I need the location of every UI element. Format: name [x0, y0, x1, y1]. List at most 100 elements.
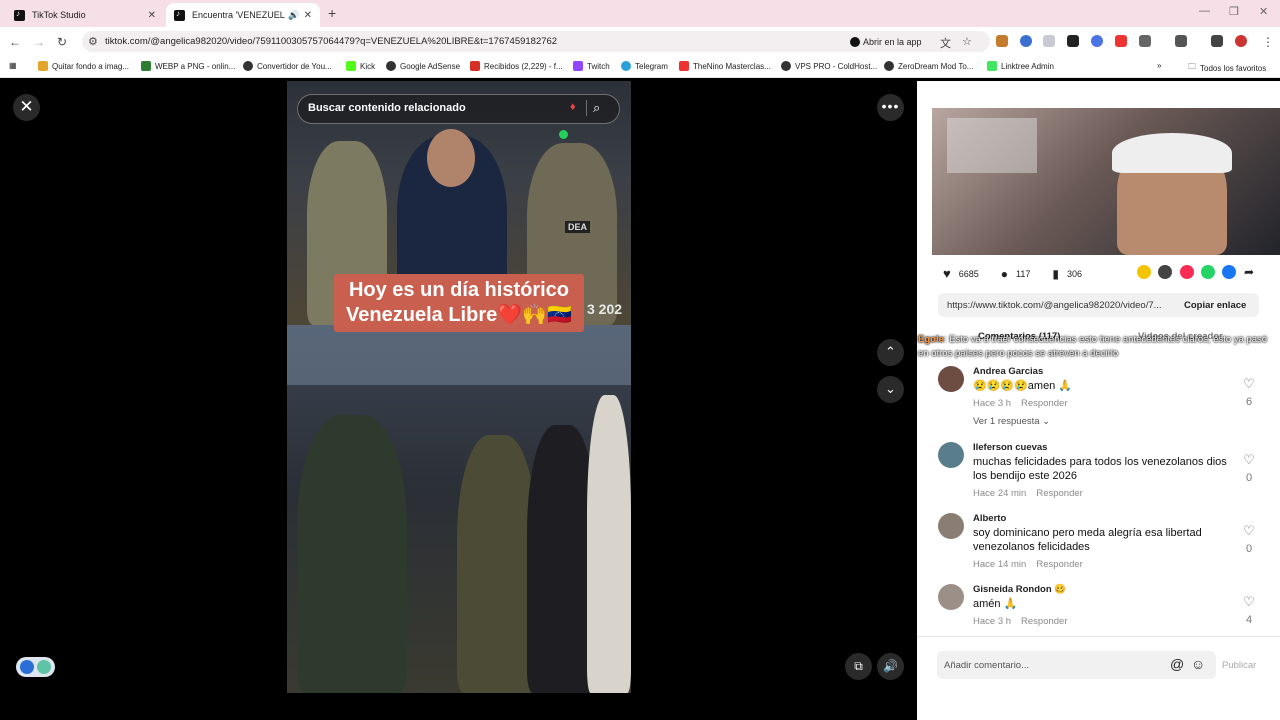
tiktok-favicon-icon — [174, 9, 185, 21]
adblock-icon[interactable] — [1115, 35, 1127, 47]
extension-icon[interactable] — [1067, 35, 1079, 47]
bookmark-item[interactable]: VPS PRO - ColdHost... — [781, 61, 877, 71]
bookmark-item[interactable]: Twitch — [573, 61, 610, 71]
bookmark-favicon-icon — [38, 61, 48, 71]
facebook-icon[interactable] — [1222, 265, 1236, 279]
avatar[interactable] — [938, 513, 964, 539]
url-text[interactable]: tiktok.com/@angelica982020/video/7591100… — [105, 36, 557, 47]
close-viewer-button[interactable]: ✕ — [13, 94, 40, 121]
dea-badge: DEA — [565, 221, 591, 233]
overlay-comment-user: Egole — [918, 334, 944, 345]
comment-author[interactable]: Ileferson cuevas — [973, 442, 1047, 453]
comment-author[interactable]: Gisneida Rondon 🥴 — [973, 584, 1066, 595]
site-settings-icon[interactable]: ⚙ — [88, 35, 98, 48]
more-options-button[interactable]: ••• — [877, 94, 904, 121]
extension-icon[interactable] — [996, 35, 1008, 47]
apps-grid-icon[interactable]: ▦ — [9, 61, 17, 70]
picture-in-picture-icon[interactable]: ⧉ — [845, 653, 872, 680]
speaker-icon[interactable]: 🔊 — [288, 10, 299, 21]
send-icon[interactable] — [1180, 265, 1194, 279]
floating-widget[interactable] — [16, 657, 55, 677]
restore-icon[interactable]: ❐ — [1229, 5, 1239, 18]
bookmark-item[interactable]: TheNino Masterclas... — [679, 61, 771, 71]
copy-link-button[interactable]: Copiar enlace — [1184, 300, 1246, 311]
bookmark-item[interactable]: Quitar fondo a imag... — [38, 61, 129, 71]
creator-video-preview[interactable] — [932, 108, 1280, 255]
bookmark-item[interactable]: Recibidos (2,229) - f... — [470, 61, 563, 71]
chrome-menu-icon[interactable]: ⋮ — [1262, 35, 1274, 49]
reload-icon[interactable]: ↻ — [57, 35, 67, 49]
extensions-puzzle-icon[interactable] — [1139, 35, 1151, 47]
comment-like-count: 0 — [1246, 472, 1253, 484]
emoji-icon[interactable]: ☺ — [1191, 656, 1205, 672]
comment-meta: Hace 3 h Responder — [973, 616, 1068, 627]
publish-button[interactable]: Publicar — [1222, 660, 1256, 671]
video-player[interactable]: DEA 3 202 Hoy es un día histórico Venezu… — [287, 81, 631, 693]
telegram-icon — [621, 61, 631, 71]
bookmark-item[interactable]: WEBP a PNG - onlin... — [141, 61, 235, 71]
extension-icon[interactable] — [1020, 35, 1032, 47]
profile-avatar-icon[interactable] — [1235, 35, 1247, 47]
back-icon[interactable]: ← — [9, 35, 21, 49]
share-icon[interactable]: ➦ — [1244, 265, 1254, 279]
whatsapp-icon[interactable] — [1201, 265, 1215, 279]
comment-author[interactable]: Andrea Garcias — [973, 366, 1043, 377]
comment-like-icon[interactable]: ♡ — [1243, 452, 1255, 468]
twitch-icon — [573, 61, 583, 71]
kick-icon — [346, 61, 356, 71]
video-caption: Hoy es un día histórico Venezuela Libre❤… — [334, 274, 584, 332]
reply-button[interactable]: Responder — [1036, 488, 1082, 499]
comment-text: muchas felicidades para todos los venezo… — [973, 456, 1227, 482]
next-video-button[interactable]: ⌄ — [877, 376, 904, 403]
tab-encuentra-venezuela[interactable]: Encuentra 'VENEZUELA LIB 🔊 ✕ — [166, 3, 320, 27]
reply-button[interactable]: Responder — [1021, 616, 1067, 627]
tab-tiktok-studio[interactable]: TikTok Studio ✕ — [6, 3, 164, 27]
media-icon[interactable] — [1211, 35, 1223, 47]
all-bookmarks-folder[interactable]: 🗀 Todos los favoritos — [1188, 61, 1266, 75]
minimize-icon[interactable]: — — [1199, 5, 1210, 17]
view-replies-button[interactable]: Ver 1 respuesta ⌄ — [973, 416, 1050, 427]
window-close-icon[interactable]: ✕ — [1259, 5, 1268, 18]
volume-icon[interactable]: 🔊 — [877, 653, 904, 680]
bookmark-item[interactable]: Kick — [346, 61, 375, 71]
folder-icon: 🗀 — [1188, 62, 1196, 71]
more-bookmarks-icon[interactable]: » — [1157, 61, 1161, 70]
reply-button[interactable]: Responder — [1021, 398, 1067, 409]
related-search-placeholder[interactable]: Buscar contenido relacionado — [308, 102, 466, 114]
bookmark-star-icon[interactable]: ☆ — [962, 35, 972, 48]
comment-like-icon[interactable]: ♡ — [1243, 594, 1255, 610]
reply-button[interactable]: Responder — [1036, 559, 1082, 570]
forward-icon[interactable]: → — [33, 35, 45, 49]
previous-video-button[interactable]: ⌃ — [877, 339, 904, 366]
comment-author[interactable]: Alberto — [973, 513, 1006, 524]
tab-close-icon[interactable]: ✕ — [304, 10, 312, 21]
translate-icon[interactable]: 文 — [940, 35, 951, 51]
like-icon[interactable]: ♥ — [943, 266, 951, 281]
avatar[interactable] — [938, 366, 964, 392]
comment-like-icon[interactable]: ♡ — [1243, 523, 1255, 539]
avatar[interactable] — [938, 442, 964, 468]
video-link[interactable]: https://www.tiktok.com/@angelica982020/v… — [947, 300, 1162, 311]
bookmark-item[interactable]: Google AdSense — [386, 61, 460, 71]
extension-icon[interactable] — [1043, 35, 1055, 47]
bookmark-item[interactable]: ZeroDream Mod To... — [884, 61, 973, 71]
bookmark-item[interactable]: Convertidor de You... — [243, 61, 332, 71]
bookmark-favicon-icon — [679, 61, 689, 71]
add-comment-placeholder[interactable]: Añadir comentario... — [944, 660, 1029, 671]
avatar[interactable] — [938, 584, 964, 610]
comment-like-icon[interactable]: ♡ — [1243, 376, 1255, 392]
bookmark-item[interactable]: Telegram — [621, 61, 668, 71]
comment-icon[interactable]: ● — [1001, 267, 1008, 281]
mention-icon[interactable]: @ — [1170, 656, 1184, 672]
search-icon[interactable]: ⌕ — [593, 100, 600, 116]
extension-icon[interactable] — [1091, 35, 1103, 47]
open-in-app-button[interactable]: Abrir en la app — [850, 34, 922, 49]
tab-close-icon[interactable]: ✕ — [148, 10, 156, 21]
bookmark-item[interactable]: Linktree Admin — [987, 61, 1054, 71]
repost-icon[interactable] — [1137, 265, 1151, 279]
embed-icon[interactable] — [1158, 265, 1172, 279]
save-icon[interactable]: ▮ — [1052, 267, 1059, 281]
comment-time: Hace 3 h — [973, 616, 1012, 627]
cast-icon[interactable] — [1175, 35, 1187, 47]
new-tab-button[interactable]: + — [328, 5, 336, 21]
